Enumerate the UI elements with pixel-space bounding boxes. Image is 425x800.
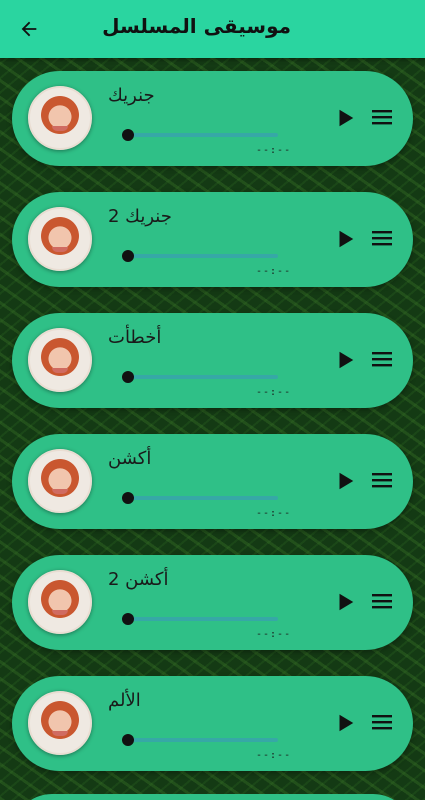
seek-thumb[interactable] — [122, 492, 134, 504]
artist-avatar — [28, 449, 92, 513]
artist-avatar — [28, 328, 92, 392]
track-card[interactable]: أخطأت --:-- — [12, 313, 413, 408]
menu-icon[interactable] — [370, 349, 394, 369]
seek-thumb[interactable] — [122, 734, 134, 746]
track-card-partial[interactable] — [12, 794, 413, 800]
seek-thumb[interactable] — [122, 371, 134, 383]
play-icon[interactable] — [334, 228, 356, 250]
page-title: موسيقى المسلسل — [102, 14, 291, 38]
track-title: الألم — [108, 690, 141, 711]
track-title: جنريك — [108, 85, 155, 106]
seek-bar[interactable] — [122, 371, 278, 383]
track-time: --:-- — [256, 629, 292, 640]
track-time: --:-- — [256, 750, 292, 761]
track-time: --:-- — [256, 387, 292, 398]
menu-icon[interactable] — [370, 228, 394, 248]
track-list: جنريك --:-- جنريك 2 --:-- أخطأت --:-- أك… — [0, 0, 425, 800]
play-icon[interactable] — [334, 349, 356, 371]
track-card[interactable]: جنريك --:-- — [12, 71, 413, 166]
track-time: --:-- — [256, 145, 292, 156]
back-button[interactable] — [14, 14, 44, 44]
menu-icon[interactable] — [370, 712, 394, 732]
artist-avatar — [28, 691, 92, 755]
track-card[interactable]: أكشن --:-- — [12, 434, 413, 529]
arrow-left-icon — [21, 21, 37, 37]
play-icon[interactable] — [334, 591, 356, 613]
seek-bar[interactable] — [122, 129, 278, 141]
seek-bar[interactable] — [122, 492, 278, 504]
track-title: أكشن — [108, 448, 152, 469]
seek-bar[interactable] — [122, 250, 278, 262]
track-time: --:-- — [256, 508, 292, 519]
track-card[interactable]: الألم --:-- — [12, 676, 413, 771]
seek-thumb[interactable] — [122, 613, 134, 625]
play-icon[interactable] — [334, 470, 356, 492]
artist-avatar — [28, 207, 92, 271]
track-title: جنريك 2 — [108, 206, 172, 227]
seek-bar[interactable] — [122, 734, 278, 746]
seek-thumb[interactable] — [122, 129, 134, 141]
menu-icon[interactable] — [370, 107, 394, 127]
track-title: أكشن 2 — [108, 569, 169, 590]
track-title: أخطأت — [108, 327, 162, 348]
play-icon[interactable] — [334, 712, 356, 734]
artist-avatar — [28, 570, 92, 634]
seek-thumb[interactable] — [122, 250, 134, 262]
play-icon[interactable] — [334, 107, 356, 129]
seek-bar[interactable] — [122, 613, 278, 625]
track-time: --:-- — [256, 266, 292, 277]
track-card[interactable]: جنريك 2 --:-- — [12, 192, 413, 287]
menu-icon[interactable] — [370, 470, 394, 490]
app-bar: موسيقى المسلسل — [0, 0, 425, 58]
artist-avatar — [28, 86, 92, 150]
track-card[interactable]: أكشن 2 --:-- — [12, 555, 413, 650]
menu-icon[interactable] — [370, 591, 394, 611]
